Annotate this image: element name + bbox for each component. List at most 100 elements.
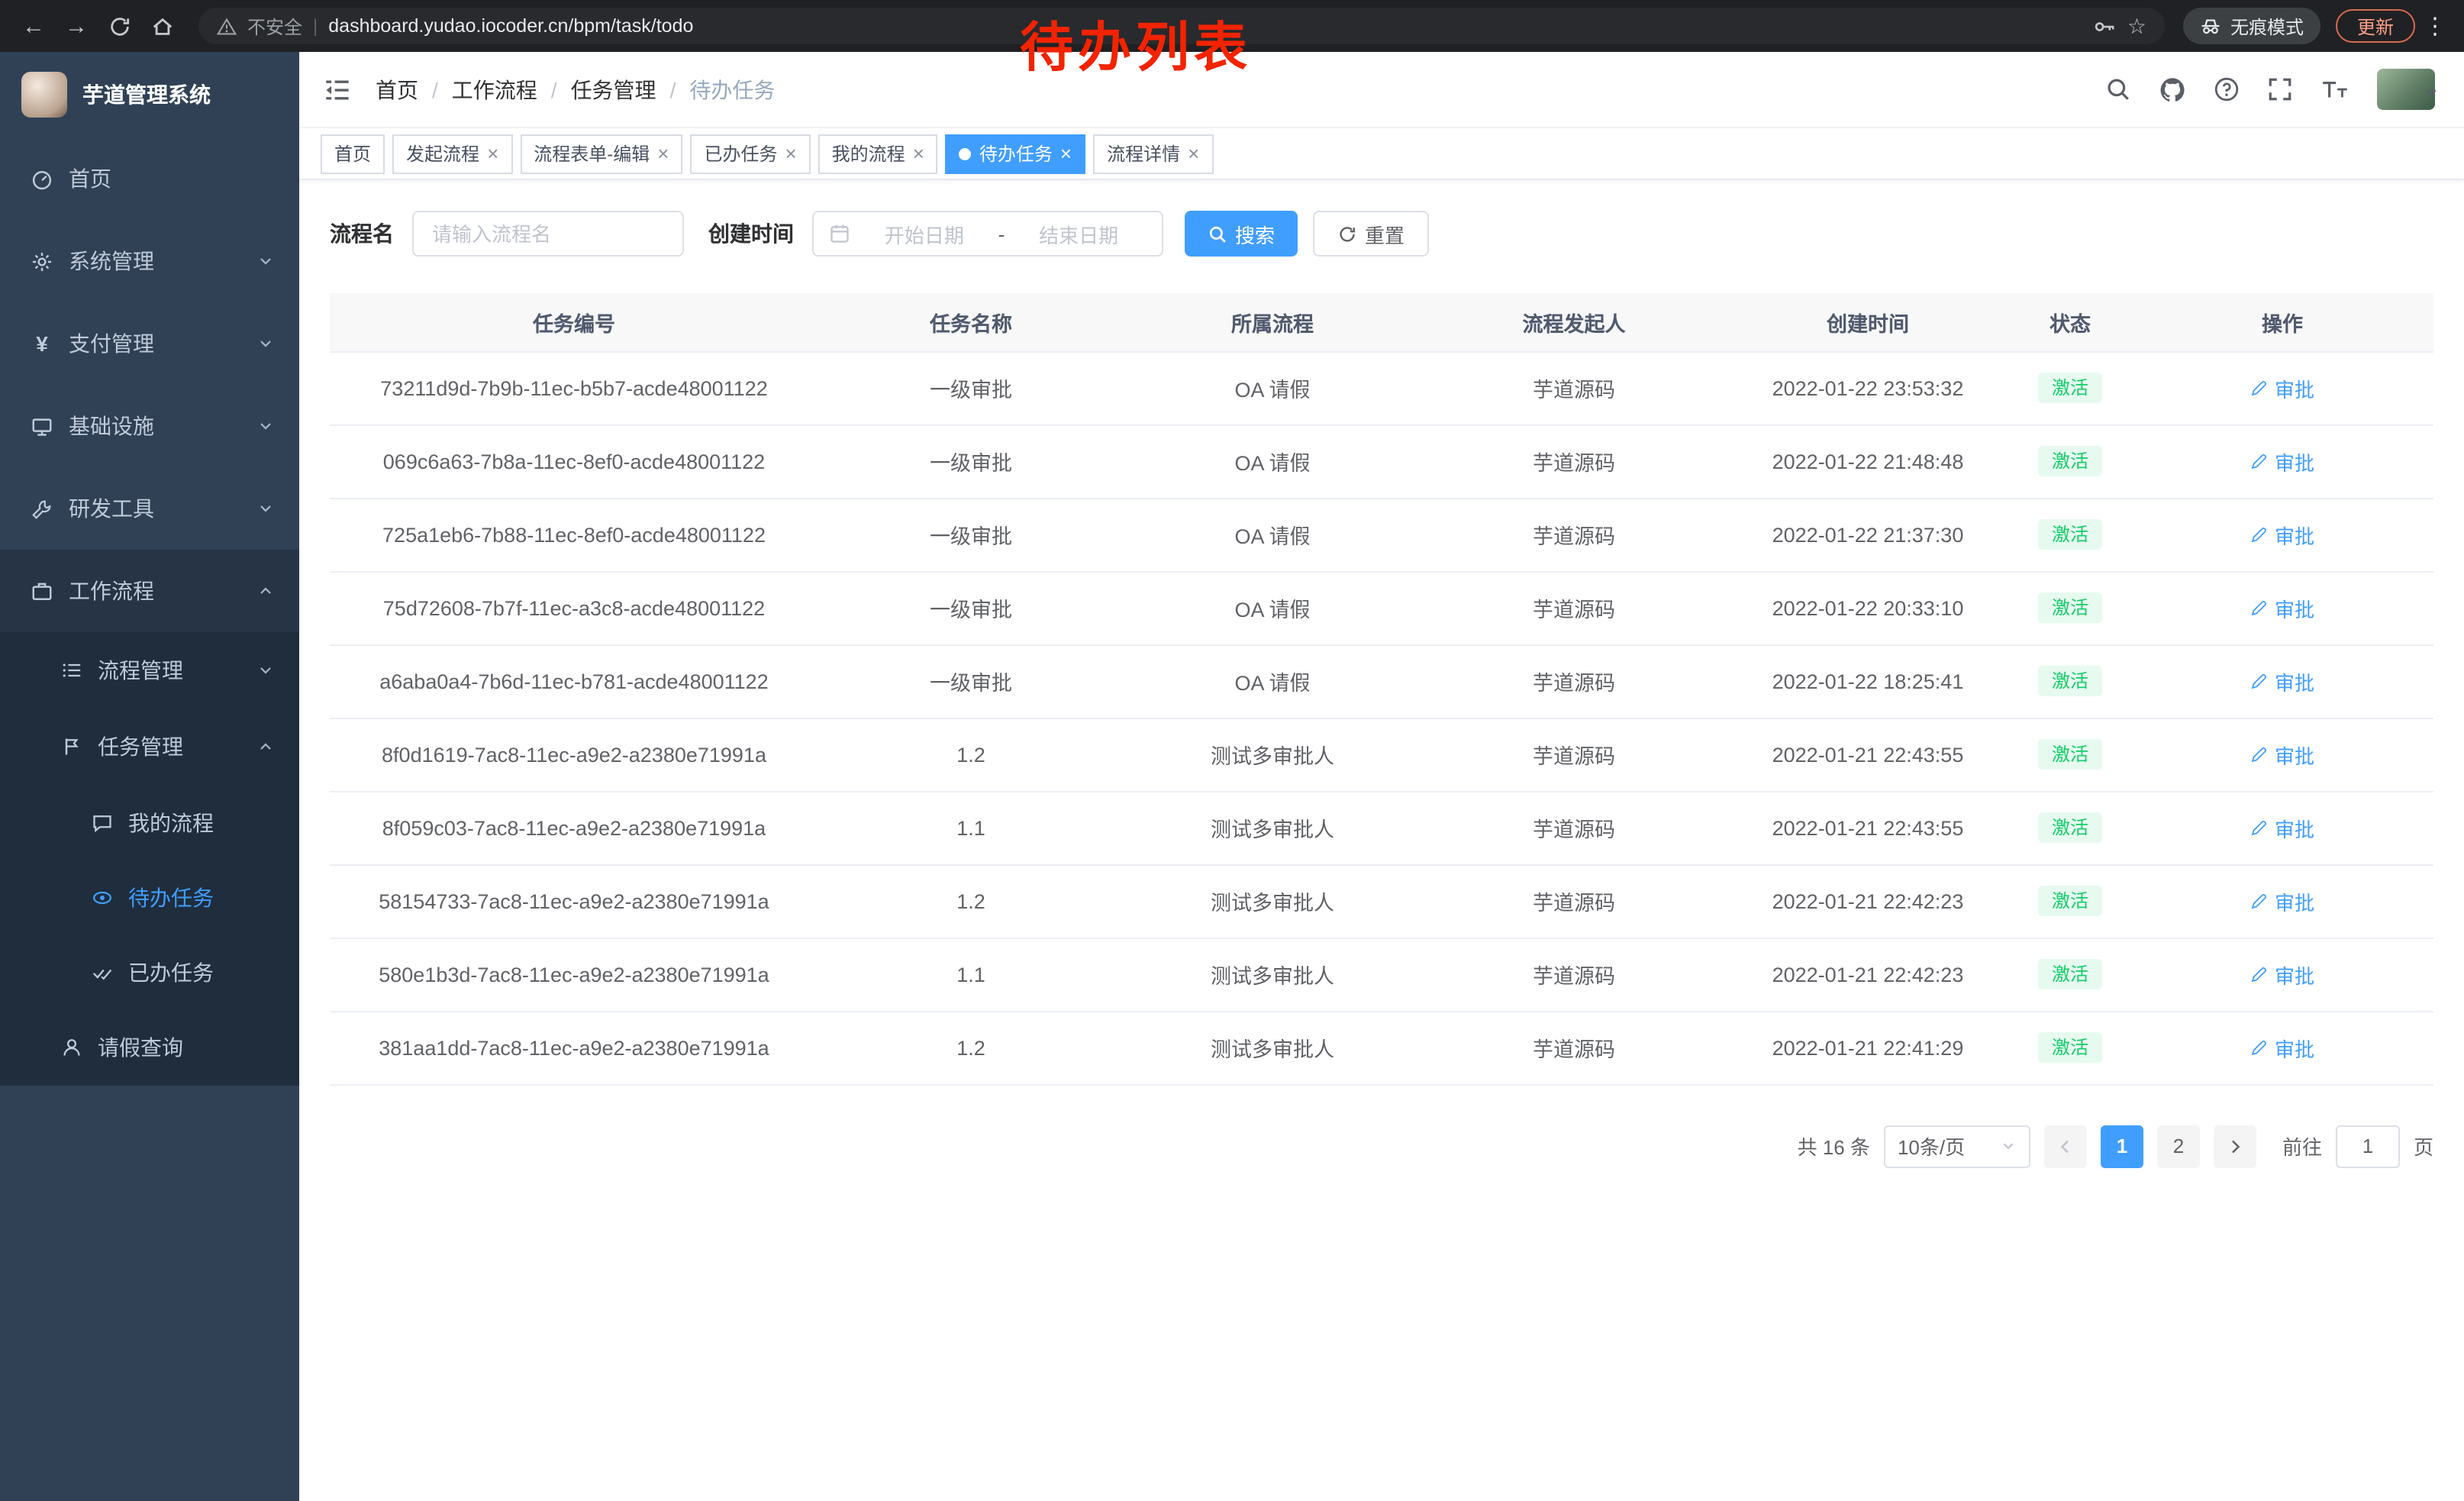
search-icon[interactable] [2105, 76, 2131, 102]
process-name-input[interactable] [412, 211, 684, 257]
sidebar-item-task-management[interactable]: 任务管理 [0, 709, 299, 785]
browser-home-icon[interactable] [144, 15, 180, 37]
close-icon[interactable]: × [487, 144, 498, 163]
collapse-sidebar-icon[interactable] [324, 76, 351, 103]
tab-my-process[interactable]: 我的流程× [818, 134, 938, 173]
chevron-down-icon [256, 417, 275, 435]
chevron-left-icon [2056, 1137, 2075, 1155]
page-size-select[interactable]: 10条/页 [1884, 1125, 2030, 1167]
tab-process-detail[interactable]: 流程详情× [1093, 134, 1213, 173]
status-badge: 激活 [2038, 1032, 2102, 1063]
calendar-icon [829, 223, 850, 244]
refresh-icon [1337, 224, 1357, 244]
search-button[interactable]: 搜索 [1185, 211, 1298, 257]
sidebar-item-workflow[interactable]: 工作流程 [0, 550, 299, 632]
url-text[interactable]: dashboard.yudao.iocoder.cn/bpm/task/todo [328, 15, 693, 37]
page-2-button[interactable]: 2 [2157, 1125, 2200, 1167]
chevron-down-icon [256, 661, 275, 679]
close-icon[interactable]: × [657, 144, 669, 163]
dashboard-icon [31, 167, 53, 190]
help-icon[interactable] [2214, 76, 2240, 102]
chat-icon [92, 812, 113, 833]
approve-link[interactable]: 审批 [2250, 667, 2314, 696]
bookmark-star-icon[interactable]: ☆ [2127, 13, 2146, 39]
sidebar-item-home[interactable]: 首页 [0, 137, 299, 220]
table-row: a6aba0a4-7b6d-11ec-b781-acde48001122 一级审… [330, 644, 2433, 718]
status-badge: 激活 [2038, 666, 2102, 696]
approve-link[interactable]: 审批 [2250, 1033, 2314, 1062]
approve-link[interactable]: 审批 [2250, 740, 2314, 769]
browser-forward-icon[interactable]: → [58, 13, 95, 39]
sidebar-item-payment[interactable]: ¥ 支付管理 [0, 302, 299, 385]
breadcrumb-home[interactable]: 首页 [376, 74, 418, 105]
header-task-id: 任务编号 [330, 293, 818, 351]
approve-link[interactable]: 审批 [2250, 447, 2314, 476]
reset-button[interactable]: 重置 [1313, 211, 1429, 257]
status-badge: 激活 [2038, 886, 2102, 916]
main-panel: 首页 / 工作流程 / 任务管理 / 待办任务 [299, 52, 2464, 1501]
github-icon[interactable] [2159, 76, 2186, 103]
table-row: 381aa1dd-7ac8-11ec-a9e2-a2380e71991a 1.2… [330, 1011, 2433, 1084]
tab-form-edit[interactable]: 流程表单-编辑× [520, 134, 682, 173]
double-check-icon [92, 961, 113, 983]
browser-back-icon[interactable]: ← [15, 13, 52, 39]
screen: ← → 不安全 | dashboard.yudao.iocoder.cn/bpm… [0, 0, 2464, 1501]
active-dot [959, 147, 972, 160]
approve-link[interactable]: 审批 [2250, 886, 2314, 915]
close-icon[interactable]: × [1188, 144, 1199, 163]
sidebar-item-todo-task[interactable]: 待办任务 [0, 860, 299, 934]
sidebar-item-devtools[interactable]: 研发工具 [0, 467, 299, 550]
date-range-picker[interactable]: 开始日期 - 结束日期 [812, 211, 1163, 257]
approve-link[interactable]: 审批 [2250, 520, 2314, 549]
app-logo-row[interactable]: 芋道管理系统 [0, 52, 299, 137]
sidebar-item-infrastructure[interactable]: 基础设施 [0, 385, 299, 467]
password-key-icon[interactable] [2094, 15, 2117, 37]
tab-todo-task[interactable]: 待办任务× [946, 134, 1085, 173]
header-status: 状态 [2009, 293, 2131, 351]
end-date-placeholder[interactable]: 结束日期 [1011, 219, 1147, 248]
pencil-icon [2250, 745, 2269, 763]
breadcrumb-workflow[interactable]: 工作流程 [452, 74, 537, 105]
table-row: 75d72608-7b7f-11ec-a3c8-acde48001122 一级审… [330, 571, 2433, 644]
sidebar-item-system[interactable]: 系统管理 [0, 220, 299, 302]
user-menu[interactable] [2377, 69, 2440, 110]
prev-page-button[interactable] [2044, 1125, 2087, 1167]
font-size-icon[interactable] [2320, 76, 2350, 102]
tab-start-process[interactable]: 发起流程× [392, 134, 512, 173]
pagination: 共 16 条 10条/页 1 2 前往 页 [330, 1125, 2433, 1167]
browser-reload-icon[interactable] [101, 15, 137, 37]
header-process: 所属流程 [1124, 293, 1421, 351]
browser-menu-icon[interactable]: ⋮ [2421, 12, 2449, 40]
sidebar-item-done-task[interactable]: 已办任务 [0, 934, 299, 1009]
goto-page-input[interactable] [2336, 1125, 2400, 1167]
close-icon[interactable]: × [785, 144, 796, 163]
breadcrumb-task-management[interactable]: 任务管理 [571, 74, 656, 105]
approve-link[interactable]: 审批 [2250, 960, 2314, 989]
goto-unit: 页 [2414, 1131, 2433, 1160]
status-badge: 激活 [2038, 592, 2102, 623]
table-row: 069c6a63-7b8a-11ec-8ef0-acde48001122 一级审… [330, 424, 2433, 498]
start-date-placeholder[interactable]: 开始日期 [856, 219, 992, 248]
page-content: 流程名 创建时间 开始日期 - 结束日期 搜索 重 [299, 180, 2464, 1501]
approve-link[interactable]: 审批 [2250, 373, 2314, 402]
sidebar-item-my-process[interactable]: 我的流程 [0, 785, 299, 860]
fullscreen-icon[interactable] [2267, 76, 2293, 102]
process-name-label: 流程名 [330, 218, 394, 249]
tab-home[interactable]: 首页 [321, 134, 385, 173]
chevron-up-icon [256, 582, 275, 600]
page-1-button[interactable]: 1 [2101, 1125, 2143, 1167]
security-label[interactable]: 不安全 [247, 13, 302, 39]
close-icon[interactable]: × [913, 144, 924, 163]
tab-done-task[interactable]: 已办任务× [690, 134, 810, 173]
approve-link[interactable]: 审批 [2250, 593, 2314, 622]
pencil-icon [2250, 525, 2269, 544]
top-navbar: 首页 / 工作流程 / 任务管理 / 待办任务 [299, 52, 2464, 128]
sidebar-item-process-management[interactable]: 流程管理 [0, 632, 299, 709]
close-icon[interactable]: × [1060, 144, 1072, 163]
navbar-actions [2105, 69, 2440, 110]
next-page-button[interactable] [2214, 1125, 2256, 1167]
approve-link[interactable]: 审批 [2250, 813, 2314, 842]
browser-update-button[interactable]: 更新 [2336, 9, 2415, 43]
chevron-down-icon [256, 334, 275, 353]
sidebar-item-leave-query[interactable]: 请假查询 [0, 1009, 299, 1086]
